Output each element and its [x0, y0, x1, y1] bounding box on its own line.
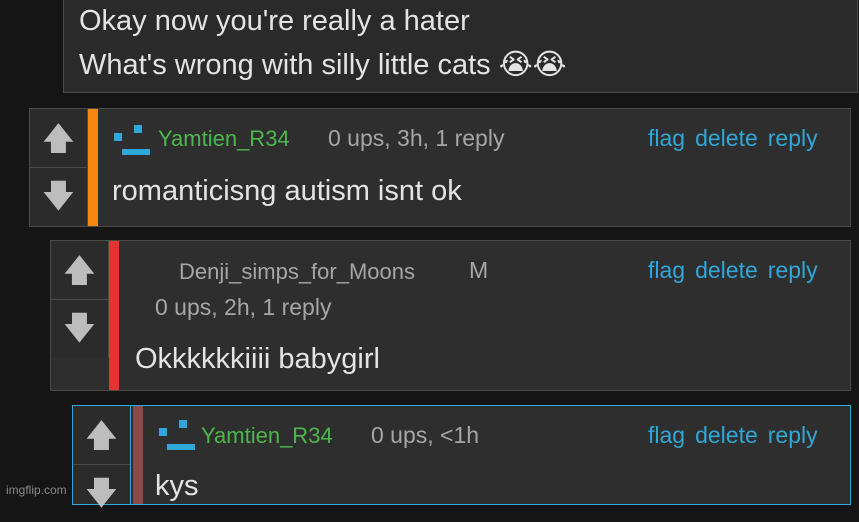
thread-stripe: [133, 406, 143, 504]
comment-body: kys: [155, 470, 199, 502]
username-link[interactable]: Yamtien_R34: [158, 126, 290, 152]
watermark: imgflip.com: [6, 483, 67, 497]
top-comment-line-2: What's wrong with silly little cats 😭😭: [79, 49, 567, 81]
downvote-button[interactable]: 🡇: [51, 299, 108, 357]
arrow-up-icon: 🡅: [63, 251, 96, 289]
arrow-down-icon: 🡇: [42, 177, 75, 215]
avatar[interactable]: [114, 125, 150, 155]
upvote-button[interactable]: 🡅: [51, 241, 108, 300]
flag-button[interactable]: flag: [648, 125, 685, 151]
user-badge: M: [469, 257, 489, 283]
thread-stripe: [109, 241, 119, 390]
arrow-up-icon: 🡅: [42, 119, 75, 157]
reply-button[interactable]: reply: [768, 125, 818, 151]
upvote-button[interactable]: 🡅: [73, 406, 130, 465]
comment-card: 🡅 🡇 Yamtien_R34 0 ups, <1h flag delete rep…: [72, 405, 851, 509]
vote-column: 🡅 🡇: [51, 241, 109, 358]
reply-button[interactable]: reply: [768, 257, 818, 283]
flag-button[interactable]: flag: [648, 422, 685, 448]
vote-column: 🡅 🡇: [30, 109, 88, 226]
vote-column: 🡅 🡇: [73, 406, 131, 509]
comment-actions: flag delete reply: [638, 422, 818, 449]
username-link[interactable]: Denji_simps_for_Moons: [179, 259, 415, 285]
thread-stripe: [88, 109, 98, 226]
comment-meta: 0 ups, 3h, 1 reply: [328, 125, 505, 151]
comment-body: Okkkkkkiiii babygirl: [135, 343, 380, 375]
delete-button[interactable]: delete: [695, 257, 758, 283]
downvote-button[interactable]: 🡇: [73, 464, 130, 522]
delete-button[interactable]: delete: [695, 422, 758, 448]
comment-actions: flag delete reply: [638, 125, 818, 152]
username-link[interactable]: Yamtien_R34: [201, 423, 333, 449]
upvote-button[interactable]: 🡅: [30, 109, 87, 168]
arrow-down-icon: 🡇: [85, 474, 118, 512]
downvote-button[interactable]: 🡇: [30, 167, 87, 225]
top-comment: Okay now you're really a hater What's wr…: [63, 0, 858, 93]
comment-card: 🡅 🡇 Denji_simps_for_Moons M 0 ups, 2h, 1…: [50, 240, 851, 391]
arrow-up-icon: 🡅: [85, 416, 118, 454]
top-comment-line-1: Okay now you're really a hater: [79, 5, 470, 37]
reply-button[interactable]: reply: [768, 422, 818, 448]
delete-button[interactable]: delete: [695, 125, 758, 151]
comment-actions: flag delete reply: [638, 257, 818, 284]
comment-meta: 0 ups, <1h: [371, 422, 480, 448]
avatar[interactable]: [159, 420, 195, 450]
flag-button[interactable]: flag: [648, 257, 685, 283]
comment-card: 🡅 🡇 Yamtien_R34 0 ups, 3h, 1 reply flag d…: [29, 108, 851, 227]
arrow-down-icon: 🡇: [63, 309, 96, 347]
comment-meta: 0 ups, 2h, 1 reply: [155, 294, 332, 320]
comment-body: romanticisng autism isnt ok: [112, 175, 462, 207]
